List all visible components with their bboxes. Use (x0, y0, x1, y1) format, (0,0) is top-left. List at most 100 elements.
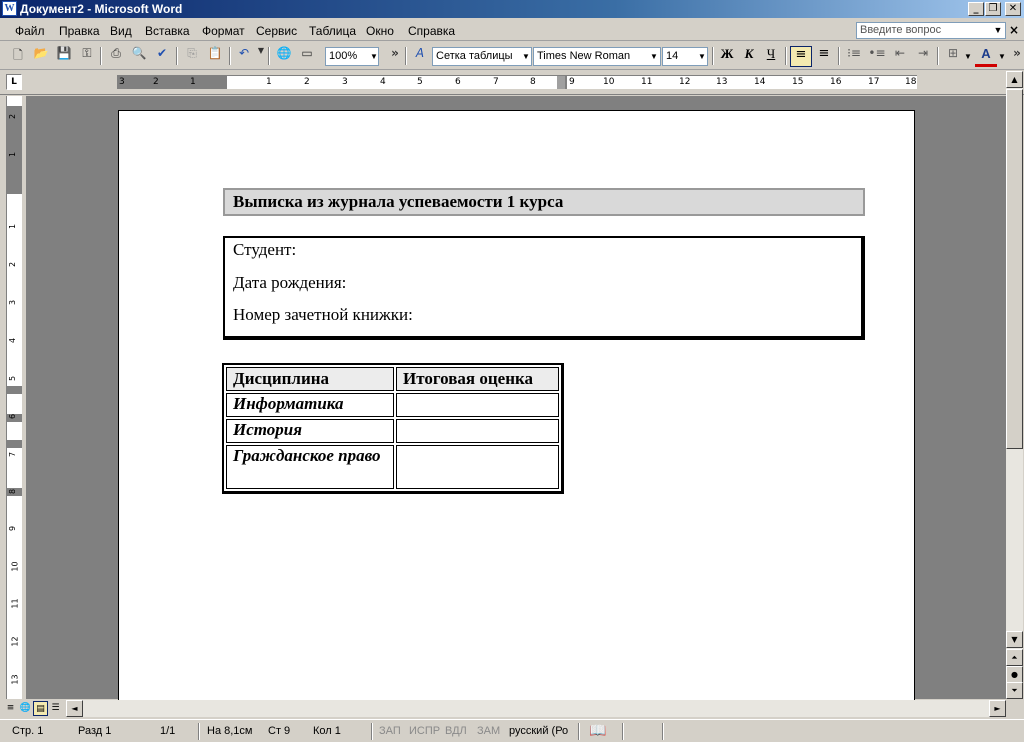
student-info-box[interactable]: Студент: Дата рождения: Номер зачетной к… (223, 236, 865, 340)
scroll-up-icon[interactable]: ▲ (1006, 71, 1023, 88)
record-book-label: Номер зачетной книжки: (233, 305, 413, 324)
spelling-icon[interactable]: ✔ (152, 46, 172, 66)
menu-help[interactable]: Справка (408, 24, 455, 38)
outline-view-icon[interactable]: ☰ (48, 701, 63, 716)
new-document-icon[interactable]: 🗋 (8, 46, 28, 66)
menu-file[interactable]: Файл (15, 24, 45, 38)
grade-cell[interactable] (396, 419, 559, 443)
menu-table[interactable]: Таблица (309, 24, 356, 38)
discipline-cell[interactable]: История (226, 419, 394, 443)
toolbar-overflow-icon[interactable]: » (385, 46, 405, 66)
font-size-dropdown-icon[interactable]: ▼ (696, 48, 708, 65)
document-heading[interactable]: Выписка из журнала успеваемости 1 курса (223, 188, 865, 216)
style-dropdown-icon[interactable]: ▼ (520, 48, 532, 65)
underline-button[interactable]: Ч (760, 46, 782, 67)
align-center-icon[interactable]: ≡ (813, 46, 835, 67)
discipline-cell[interactable]: Информатика (226, 393, 394, 417)
borders-dropdown-icon[interactable]: ▼ (962, 48, 974, 65)
ruler-row-marker[interactable] (7, 386, 22, 394)
align-left-icon[interactable]: ≡ (790, 46, 812, 67)
status-line: Ст 9 (268, 725, 291, 737)
ruler-number: 3 (119, 77, 125, 87)
font-dropdown-icon[interactable]: ▼ (648, 48, 660, 65)
vertical-ruler[interactable]: 2 1 1 2 3 4 5 6 7 8 9 10 11 12 13 (6, 96, 22, 699)
restore-button[interactable]: ❐ (985, 2, 1001, 16)
student-label: Студент: (233, 240, 297, 259)
borders-icon[interactable]: ⊞ (942, 46, 964, 67)
grade-cell[interactable] (396, 445, 559, 489)
copy-icon[interactable]: ⎘ (182, 46, 202, 66)
status-separator (578, 723, 580, 740)
ruler-number: 8 (8, 488, 18, 495)
horizontal-ruler[interactable]: 3 2 1 1 2 3 4 5 6 7 8 9 10 11 12 13 14 1… (117, 75, 917, 89)
next-page-icon[interactable]: ⏷ (1006, 682, 1023, 699)
select-browse-object-icon[interactable]: ● (1006, 666, 1023, 683)
menu-window[interactable]: Окно (366, 24, 394, 38)
print-preview-icon[interactable]: 🔍 (129, 46, 149, 66)
menu-insert[interactable]: Вставка (145, 24, 190, 38)
ruler-row-marker[interactable] (7, 440, 22, 448)
horizontal-scrollbar[interactable]: ◄ ► (66, 700, 1006, 717)
scroll-right-icon[interactable]: ► (989, 700, 1006, 717)
style-select[interactable]: Сетка таблицы (432, 47, 532, 66)
formatting-overflow-icon[interactable]: » (1007, 46, 1024, 66)
close-window-button[interactable]: ✕ (1005, 2, 1021, 16)
spelling-status-icon[interactable]: 📖 (589, 723, 606, 739)
help-search-dropdown-icon[interactable]: ▼ (990, 22, 1006, 39)
status-column: Кол 1 (313, 725, 341, 737)
menu-edit[interactable]: Правка (59, 24, 100, 38)
status-record-macro[interactable]: ЗАП (379, 725, 401, 737)
web-view-icon[interactable]: 🌐 (18, 701, 33, 716)
help-search-input[interactable]: Введите вопрос (856, 22, 1006, 39)
status-extend-selection[interactable]: ВДЛ (445, 725, 467, 737)
italic-button[interactable]: К (738, 46, 760, 67)
open-folder-icon[interactable]: 📂 (31, 46, 51, 66)
zoom-dropdown-icon[interactable]: ▼ (368, 48, 380, 65)
status-overtype[interactable]: ЗАМ (477, 725, 500, 737)
vertical-scrollbar[interactable]: ▲ ▼ ⏶ ● ⏷ (1006, 71, 1023, 699)
hyperlink-icon[interactable]: 🌐 (274, 46, 294, 66)
ruler-number: 1 (190, 77, 196, 87)
discipline-header[interactable]: Дисциплина (226, 367, 394, 391)
font-color-icon[interactable]: A (975, 46, 997, 67)
tables-borders-icon[interactable]: ▭ (297, 46, 317, 66)
numbering-icon[interactable]: ⁝≡ (843, 46, 865, 67)
print-layout-view-icon[interactable]: ▤ (33, 701, 48, 716)
scroll-down-icon[interactable]: ▼ (1006, 631, 1023, 648)
grade-cell[interactable] (396, 393, 559, 417)
scroll-left-icon[interactable]: ◄ (66, 700, 83, 717)
ruler-number: 1 (8, 151, 18, 158)
word-app-icon[interactable]: W (2, 1, 17, 16)
menu-tools[interactable]: Сервис (256, 24, 297, 38)
status-track-changes[interactable]: ИСПР (409, 725, 440, 737)
menu-format[interactable]: Формат (202, 24, 245, 38)
ruler-number: 11 (10, 598, 20, 609)
bold-button[interactable]: Ж (716, 46, 738, 67)
minimize-button[interactable]: _ (968, 2, 984, 16)
menu-view[interactable]: Вид (110, 24, 132, 38)
vertical-scroll-thumb[interactable] (1006, 89, 1023, 449)
ruler-number: 10 (10, 561, 20, 572)
ruler-number: 16 (830, 77, 842, 87)
grades-table[interactable]: Дисциплина Итоговая оценка Информатика И… (222, 363, 564, 494)
status-language[interactable]: русский (Ро (509, 725, 568, 737)
print-icon[interactable]: ⎙ (106, 46, 126, 66)
permission-icon[interactable]: ⚿ (77, 46, 97, 66)
final-grade-header[interactable]: Итоговая оценка (396, 367, 559, 391)
close-document-icon[interactable]: × (1006, 22, 1022, 39)
save-icon[interactable]: 💾 (54, 46, 74, 66)
paste-icon[interactable]: 📋 (205, 46, 225, 66)
tab-selector-icon[interactable]: L (6, 74, 22, 90)
discipline-cell[interactable]: Гражданское право (226, 445, 394, 489)
ruler-table-marker[interactable] (557, 76, 565, 89)
decrease-indent-icon[interactable]: ⇤ (889, 46, 911, 67)
bullets-icon[interactable]: •≡ (866, 46, 888, 67)
ruler-number: 7 (8, 451, 18, 458)
normal-view-icon[interactable]: ≡ (3, 701, 18, 716)
previous-page-icon[interactable]: ⏶ (1006, 649, 1023, 666)
styles-pane-icon[interactable]: A (410, 46, 430, 66)
toolbar-separator (405, 47, 407, 65)
font-select[interactable]: Times New Roman (533, 47, 661, 66)
window-title: Документ2 - Microsoft Word (20, 2, 183, 16)
increase-indent-icon[interactable]: ⇥ (912, 46, 934, 67)
